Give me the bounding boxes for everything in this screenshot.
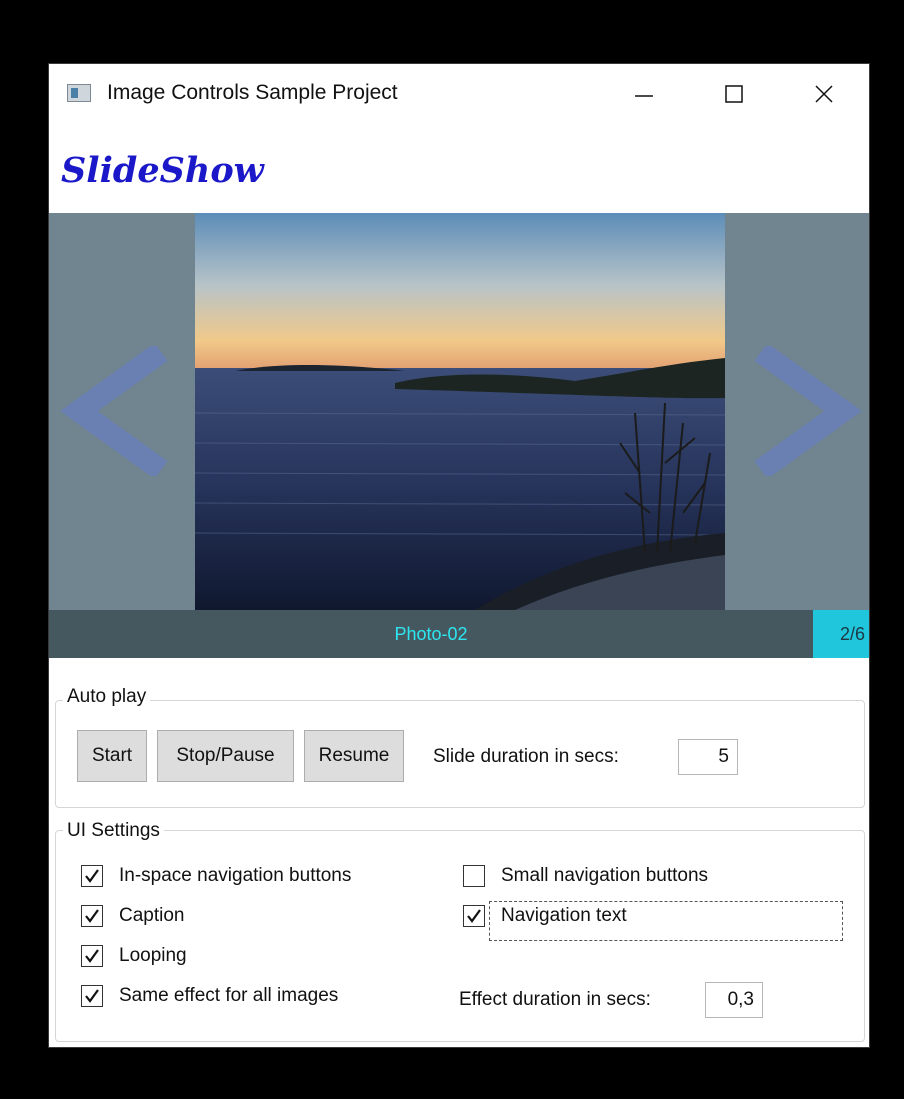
slideshow-heading: SlideShow [61,150,264,191]
slide-image [195,213,725,610]
slide-duration-input[interactable]: 5 [678,739,738,775]
close-button[interactable] [795,74,853,114]
stop-pause-button[interactable]: Stop/Pause [157,730,294,782]
start-button[interactable]: Start [77,730,147,782]
slideshow-viewer [49,213,869,610]
app-window: Image Controls Sample Project SlideShow [48,63,870,1048]
looping-label[interactable]: Looping [119,945,187,967]
ui-settings-group-label: UI Settings [63,820,164,842]
checkmark-icon [467,909,481,923]
checkmark-icon [85,949,99,963]
same-effect-label[interactable]: Same effect for all images [119,985,338,1007]
in-space-nav-checkbox[interactable] [81,865,103,887]
navigation-text-checkbox[interactable] [463,905,485,927]
in-space-nav-label[interactable]: In-space navigation buttons [119,865,351,887]
small-nav-checkbox[interactable] [463,865,485,887]
close-icon [815,85,833,103]
minimize-icon [635,95,653,97]
title-bar[interactable]: Image Controls Sample Project [49,64,869,124]
maximize-icon [725,85,743,103]
caption-label[interactable]: Caption [119,905,185,927]
sunset-sea-image [195,213,725,610]
autoplay-group-label: Auto play [63,686,151,708]
caption-checkbox[interactable] [81,905,103,927]
checkmark-icon [85,989,99,1003]
small-nav-label[interactable]: Small navigation buttons [501,865,708,887]
chevron-left-icon [60,346,168,476]
maximize-button[interactable] [705,74,763,114]
checkmark-icon [85,909,99,923]
checkmark-icon [85,869,99,883]
next-button[interactable] [725,213,869,610]
chevron-right-icon [754,346,862,476]
photo-caption: Photo-02 [394,624,468,644]
effect-duration-input[interactable]: 0,3 [705,982,763,1018]
same-effect-checkbox[interactable] [81,985,103,1007]
navigation-text-label[interactable]: Navigation text [501,905,627,927]
slide-counter: 2/6 [813,610,869,658]
window-title: Image Controls Sample Project [107,81,398,104]
looping-checkbox[interactable] [81,945,103,967]
app-window-icon [67,84,91,102]
resume-button[interactable]: Resume [304,730,404,782]
minimize-button[interactable] [615,74,673,114]
previous-button[interactable] [49,213,195,610]
slide-duration-label: Slide duration in secs: [433,746,619,767]
caption-bar: Photo-02 2/6 [49,610,869,658]
effect-duration-label: Effect duration in secs: [459,989,651,1010]
